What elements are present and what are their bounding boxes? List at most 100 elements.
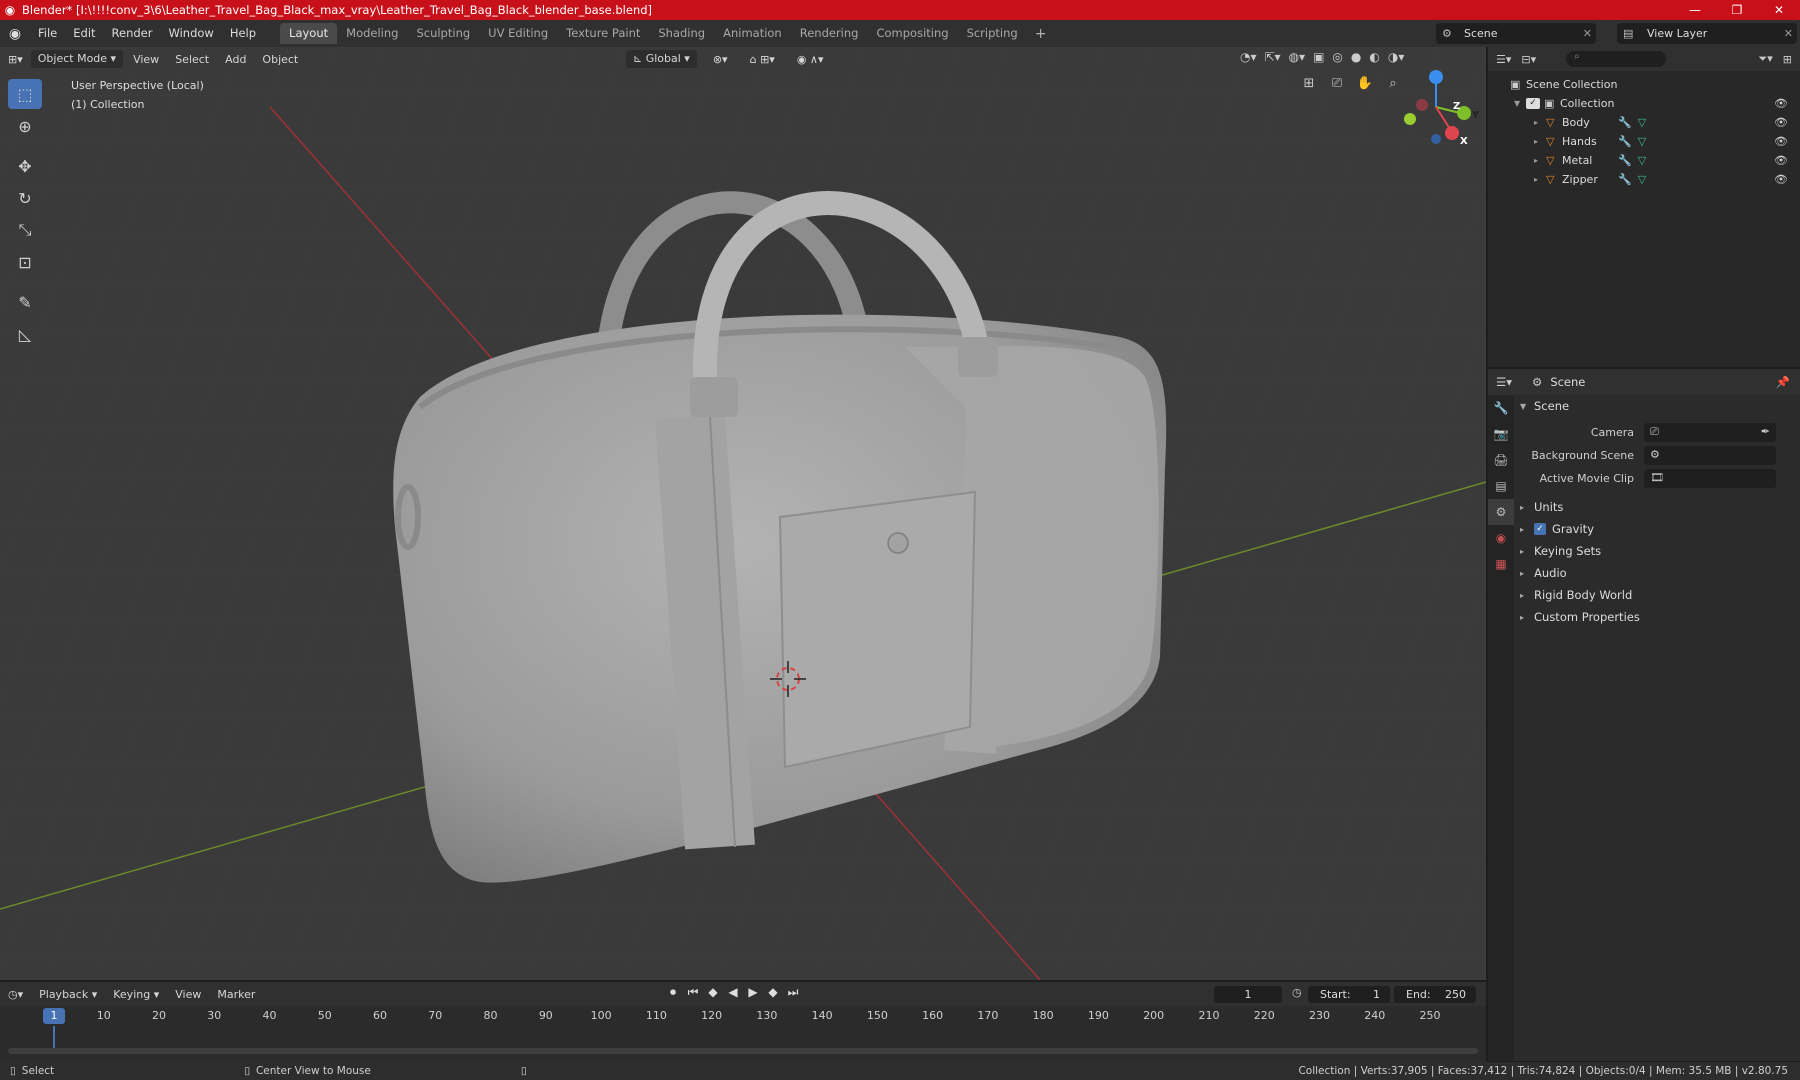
outliner-item-body[interactable]: ▸ ▽ Body 🔧 ▽ 👁 [1488,113,1800,132]
annotate-tool-icon[interactable]: ✎ [8,287,42,317]
mesh-data-icon[interactable]: ▽ [1638,173,1646,186]
tab-layout[interactable]: Layout [280,23,338,44]
pan-hand-icon[interactable]: ✋ [1353,71,1377,95]
modifier-icon[interactable]: 🔧 [1618,135,1632,148]
tab-uv-editing[interactable]: UV Editing [479,23,557,44]
menu-edit[interactable]: Edit [65,20,103,47]
units-panel-header[interactable]: ▸ Units [1516,496,1800,518]
menu-add[interactable]: Add [217,53,254,66]
menu-timeline-view[interactable]: View [167,988,209,1001]
outliner-item-hands[interactable]: ▸ ▽ Hands 🔧 ▽ 👁 [1488,132,1800,151]
mesh-data-icon[interactable]: ▽ [1638,154,1646,167]
move-tool-icon[interactable]: ✥ [8,151,42,181]
next-keyframe-icon[interactable]: ◆ [764,985,782,1000]
zipper-visibility-icon[interactable]: 👁 [1774,173,1788,186]
play-reverse-icon[interactable]: ◀ [724,985,742,1000]
tab-rendering[interactable]: Rendering [791,23,868,44]
wireframe-shading-icon[interactable]: ◎ [1332,50,1342,64]
play-icon[interactable]: ▶ [744,985,762,1000]
solid-shading-icon[interactable]: ● [1351,50,1361,64]
gizmo-toggle-icon[interactable]: ⇱▾ [1265,50,1281,64]
display-mode-icon[interactable]: ⊟▾ [1521,53,1536,66]
tab-scripting[interactable]: Scripting [958,23,1027,44]
object-mode-dropdown[interactable]: Object Mode ▾ [30,50,124,68]
menu-keying[interactable]: Keying ▾ [105,988,167,1001]
properties-editor-icon[interactable]: ☰▾ [1496,375,1532,389]
camera-view-icon[interactable]: ⎚ [1325,71,1349,95]
material-shading-icon[interactable]: ◐ [1369,50,1379,64]
menu-view[interactable]: View [125,53,167,66]
texture-tab-icon[interactable]: ▦ [1488,551,1514,577]
tab-shading[interactable]: Shading [649,23,714,44]
expand-metal-icon[interactable]: ▸ [1534,156,1546,165]
camera-field[interactable]: ⎚ ✒ [1644,423,1776,442]
new-collection-icon[interactable]: ⊞ [1783,53,1792,66]
metal-visibility-icon[interactable]: 👁 [1774,154,1788,167]
hands-visibility-icon[interactable]: 👁 [1774,135,1788,148]
active-movie-clip-field[interactable]: 🎞 [1644,469,1776,488]
mesh-data-icon[interactable]: ▽ [1638,135,1646,148]
close-button[interactable]: ✕ [1758,0,1800,20]
gravity-checkbox[interactable]: ✓ [1534,523,1546,535]
preview-range-icon[interactable]: ◷ [1292,986,1302,999]
expand-hands-icon[interactable]: ▸ [1534,137,1546,146]
start-frame-field[interactable]: Start: 1 [1308,986,1390,1003]
tab-compositing[interactable]: Compositing [867,23,957,44]
tab-modeling[interactable]: Modeling [337,23,407,44]
gravity-panel-header[interactable]: ▸ ✓ Gravity [1516,518,1800,540]
prev-keyframe-icon[interactable]: ◆ [704,985,722,1000]
expand-body-icon[interactable]: ▸ [1534,118,1546,127]
measure-tool-icon[interactable]: ◺ [8,319,42,349]
zoom-icon[interactable]: ⌕ [1381,71,1405,95]
menu-file[interactable]: File [30,20,65,47]
pivot-point-icon[interactable]: ⊗▾ [705,53,736,66]
modifier-icon[interactable]: 🔧 [1618,116,1632,129]
mesh-data-icon[interactable]: ▽ [1638,116,1646,129]
visibility-icon[interactable]: ◔▾ [1240,50,1257,64]
outliner-item-zipper[interactable]: ▸ ▽ Zipper 🔧 ▽ 👁 [1488,170,1800,189]
xray-icon[interactable]: ▣ [1313,50,1324,64]
scene-tab-icon[interactable]: ⚙ [1488,499,1514,525]
pin-icon[interactable]: 📌 [1776,375,1790,389]
end-frame-field[interactable]: End: 250 [1394,986,1476,1003]
filter-icon[interactable]: ⏷▾ [1758,52,1772,66]
tab-texture-paint[interactable]: Texture Paint [557,23,649,44]
current-frame-field[interactable]: 1 [1214,986,1282,1003]
timeline-scrollbar[interactable] [8,1048,1478,1054]
transform-tool-icon[interactable]: ⊡ [8,247,42,277]
record-icon[interactable]: ⏺ [664,985,682,1000]
menu-render[interactable]: Render [104,20,161,47]
output-tab-icon[interactable]: 🖨 [1488,447,1514,473]
timeline-ruler[interactable]: 1 10 20 30 40 50 60 70 80 90 100 110 120 130 140 150 160… [0,1006,1486,1052]
menu-playback[interactable]: Playback ▾ [31,988,105,1001]
rigid-body-world-panel-header[interactable]: ▸ Rigid Body World [1516,584,1800,606]
tool-tab-icon[interactable]: 🔧 [1488,395,1514,421]
scene-panel-header[interactable]: ▼ Scene [1516,395,1800,417]
render-tab-icon[interactable]: 📷 [1488,421,1514,447]
grid-view-icon[interactable]: ⊞ [1297,71,1321,95]
jump-end-icon[interactable]: ⏭ [784,985,802,1000]
minimize-button[interactable]: — [1674,0,1716,20]
3d-viewport[interactable]: User Perspective (Local) (1) Collection … [0,47,1486,980]
scale-tool-icon[interactable]: ⤡ [8,215,42,245]
blender-menu-icon[interactable]: ◉ [0,26,30,42]
transform-orientation-dropdown[interactable]: ⊾ Global ▾ [626,50,697,68]
tab-animation[interactable]: Animation [714,23,791,44]
custom-properties-panel-header[interactable]: ▸ Custom Properties [1516,606,1800,628]
eyedropper-icon[interactable]: ✒ [1761,425,1770,438]
modifier-icon[interactable]: 🔧 [1618,173,1632,186]
outliner-search-input[interactable]: ⌕ [1566,51,1667,67]
menu-object[interactable]: Object [254,53,306,66]
maximize-button[interactable]: ❐ [1716,0,1758,20]
overlay-toggle-icon[interactable]: ◍▾ [1289,50,1306,64]
expand-zipper-icon[interactable]: ▸ [1534,175,1546,184]
outliner-item-metal[interactable]: ▸ ▽ Metal 🔧 ▽ 👁 [1488,151,1800,170]
outliner-editor-icon[interactable]: ☰▾ [1496,53,1511,66]
menu-select[interactable]: Select [167,53,217,66]
remove-view-layer-icon[interactable]: ✕ [1784,27,1793,40]
editor-type-icon[interactable]: ⊞▾ [0,53,31,66]
scene-selector[interactable]: ⚙ Scene ✕ [1436,23,1596,44]
select-box-tool-icon[interactable]: ⬚ [8,79,42,109]
rotate-tool-icon[interactable]: ↻ [8,183,42,213]
snap-icon[interactable]: ⌂ ⊞▾ [742,53,783,66]
